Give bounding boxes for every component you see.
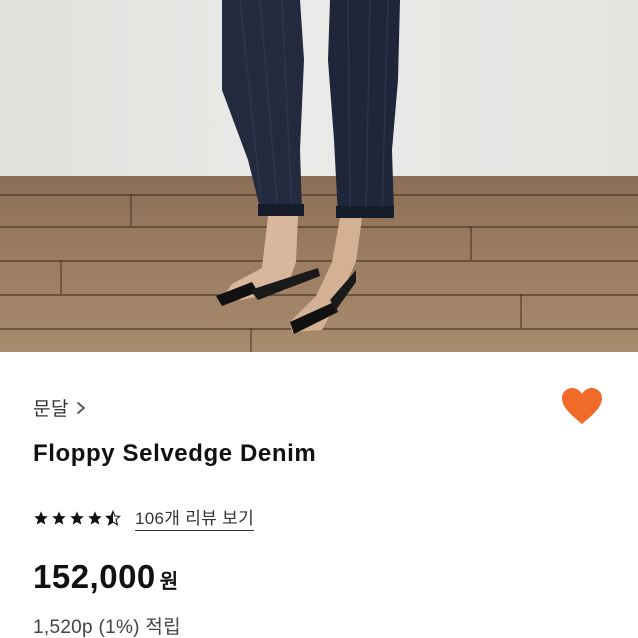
star-icon [52, 510, 66, 525]
rating-stars [33, 509, 121, 526]
price-currency: 원 [159, 571, 179, 593]
product-info-section: 문달 Floppy Selvedge Denim 106개 리뷰 보기 152,… [0, 352, 638, 638]
star-icon [34, 510, 48, 525]
star-icon [70, 510, 84, 525]
star-icon [88, 510, 102, 525]
model-legs-illustration [216, 0, 400, 334]
chevron-right-icon [77, 401, 85, 414]
price-row: 152,000 원 [33, 558, 178, 596]
rating-row: 106개 리뷰 보기 [33, 504, 255, 531]
heart-icon[interactable] [560, 386, 604, 426]
brand-name: 문달 [33, 399, 69, 420]
product-title: Floppy Selvedge Denim [33, 440, 317, 467]
product-photo[interactable] [0, 0, 638, 352]
brand-link[interactable]: 문달 [33, 394, 87, 421]
reward-points: 1,520p (1%) 적립 [33, 617, 181, 638]
star-half-icon [105, 509, 121, 526]
reviews-link[interactable]: 106개 리뷰 보기 [135, 504, 255, 531]
price-amount: 152,000 [33, 558, 156, 595]
